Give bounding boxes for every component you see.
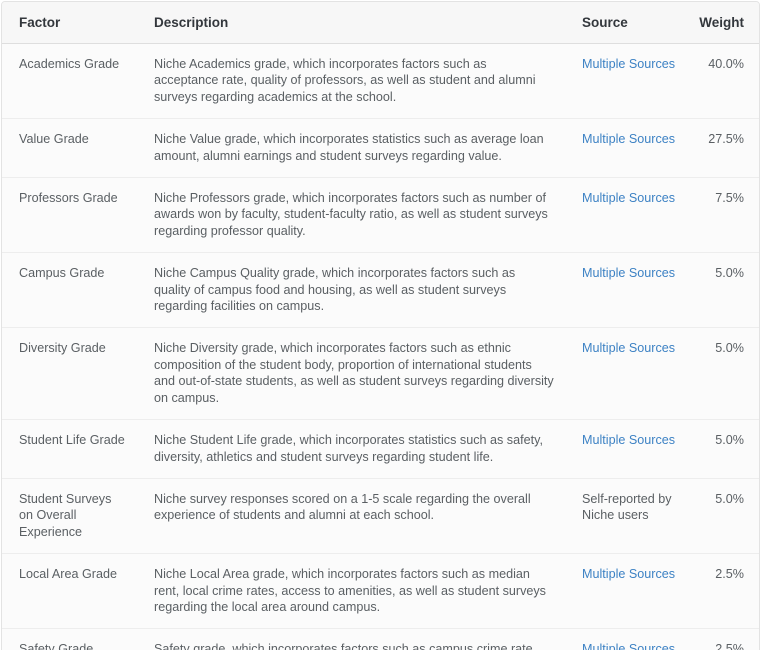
- cell-factor: Local Area Grade: [2, 553, 138, 629]
- column-header-weight: Weight: [686, 2, 759, 44]
- source-link[interactable]: Multiple Sources: [582, 433, 675, 447]
- cell-weight: 5.0%: [686, 477, 759, 554]
- cell-source: Self-reported by Niche users: [568, 477, 686, 554]
- source-link[interactable]: Multiple Sources: [582, 567, 675, 581]
- table-row: Value Grade Niche Value grade, which inco…: [2, 118, 759, 178]
- cell-source: Multiple Sources: [568, 327, 686, 420]
- table-row: Campus Grade Niche Campus Quality grade, …: [2, 252, 759, 328]
- cell-description: Niche Local Area grade, which incorporat…: [138, 553, 568, 629]
- cell-weight: 5.0%: [686, 419, 759, 479]
- cell-factor: Student Surveys on Overall Experience: [2, 477, 138, 554]
- cell-factor: Diversity Grade: [2, 327, 138, 420]
- cell-source: Multiple Sources: [568, 419, 686, 479]
- column-header-factor: Factor: [2, 2, 138, 44]
- cell-factor: Safety Grade: [2, 628, 138, 650]
- table-body: Academics Grade Niche Academics grade, wh…: [2, 43, 759, 650]
- table-header: Factor Description Source Weight: [2, 2, 759, 44]
- cell-weight: 40.0%: [686, 43, 759, 119]
- column-header-source: Source: [568, 2, 686, 44]
- cell-factor: Academics Grade: [2, 43, 138, 119]
- cell-description: Niche Student Life grade, which incorpor…: [138, 419, 568, 479]
- source-link[interactable]: Multiple Sources: [582, 191, 675, 205]
- cell-factor: Professors Grade: [2, 177, 138, 253]
- table-row: Safety Grade Safety grade, which incorpor…: [2, 628, 759, 650]
- cell-source: Multiple Sources: [568, 118, 686, 178]
- table-row: Diversity Grade Niche Diversity grade, wh…: [2, 327, 759, 420]
- column-header-description: Description: [138, 2, 568, 44]
- cell-factor: Student Life Grade: [2, 419, 138, 479]
- ranking-factors-table: Factor Description Source Weight Academi…: [2, 2, 759, 650]
- cell-description: Niche Diversity grade, which incorporate…: [138, 327, 568, 420]
- cell-weight: 5.0%: [686, 327, 759, 420]
- cell-source: Multiple Sources: [568, 43, 686, 119]
- source-link[interactable]: Multiple Sources: [582, 642, 675, 650]
- cell-description: Safety grade, which incorporates factors…: [138, 628, 568, 650]
- cell-description: Niche Professors grade, which incorporat…: [138, 177, 568, 253]
- table-row: Local Area Grade Niche Local Area grade, …: [2, 553, 759, 629]
- source-link[interactable]: Multiple Sources: [582, 341, 675, 355]
- cell-weight: 2.5%: [686, 553, 759, 629]
- source-link[interactable]: Multiple Sources: [582, 132, 675, 146]
- table-row: Academics Grade Niche Academics grade, wh…: [2, 43, 759, 119]
- table-row: Student Surveys on Overall Experience Nic…: [2, 477, 759, 554]
- cell-source: Multiple Sources: [568, 252, 686, 328]
- source-link[interactable]: Multiple Sources: [582, 57, 675, 71]
- cell-factor: Campus Grade: [2, 252, 138, 328]
- table-header-row: Factor Description Source Weight: [2, 2, 759, 44]
- cell-description: Niche Campus Quality grade, which incorp…: [138, 252, 568, 328]
- cell-source: Multiple Sources: [568, 553, 686, 629]
- cell-description: Niche Academics grade, which incorporate…: [138, 43, 568, 119]
- cell-weight: 7.5%: [686, 177, 759, 253]
- cell-weight: 27.5%: [686, 118, 759, 178]
- cell-source: Multiple Sources: [568, 628, 686, 650]
- cell-source: Multiple Sources: [568, 177, 686, 253]
- table-row: Student Life Grade Niche Student Life gra…: [2, 419, 759, 479]
- cell-description: Niche survey responses scored on a 1-5 s…: [138, 477, 568, 554]
- cell-weight: 5.0%: [686, 252, 759, 328]
- ranking-factors-card: Factor Description Source Weight Academi…: [1, 1, 760, 650]
- cell-factor: Value Grade: [2, 118, 138, 178]
- source-link[interactable]: Multiple Sources: [582, 266, 675, 280]
- source-text: Self-reported by Niche users: [582, 491, 672, 523]
- table-row: Professors Grade Niche Professors grade, …: [2, 177, 759, 253]
- page-root: Factor Description Source Weight Academi…: [0, 0, 761, 650]
- cell-description: Niche Value grade, which incorporates st…: [138, 118, 568, 178]
- cell-weight: 2.5%: [686, 628, 759, 650]
